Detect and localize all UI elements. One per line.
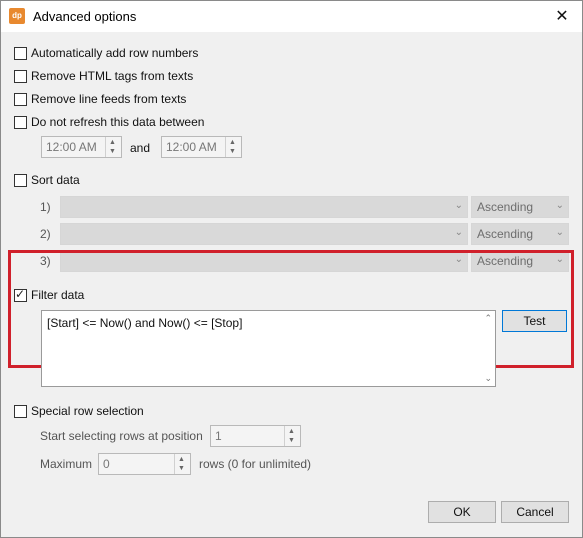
maximum-rows-spin-buttons[interactable]: ▲ ▼: [174, 454, 190, 474]
scroll-down-icon[interactable]: ⌄: [484, 373, 492, 384]
chevron-down-icon: ⌄: [555, 200, 564, 211]
maximum-rows-spinner[interactable]: 0 ▲ ▼: [98, 453, 191, 475]
filter-expression-text: [Start] <= Now() and Now() <= [Stop]: [47, 316, 243, 330]
spin-up-icon[interactable]: ▲: [229, 139, 236, 146]
and-label: and: [130, 141, 151, 155]
chevron-down-icon: ⌄: [454, 200, 463, 211]
dialog-title: Advanced options: [33, 9, 137, 24]
start-position-label: Start selecting rows at position: [40, 429, 203, 443]
test-button[interactable]: Test: [502, 310, 567, 332]
start-position-spin-buttons[interactable]: ▲ ▼: [284, 426, 300, 446]
filter-expression-input[interactable]: [Start] <= Now() and Now() <= [Stop] ⌃ ⌄: [41, 310, 496, 387]
sort-data-label: Sort data: [31, 173, 80, 187]
spin-down-icon[interactable]: ▼: [178, 465, 185, 472]
refresh-end-time-value: 12:00 AM: [166, 140, 217, 154]
sort-order-value: Ascending: [477, 227, 534, 241]
refresh-end-spin-buttons[interactable]: ▲ ▼: [225, 137, 241, 157]
auto-row-numbers-checkbox[interactable]: [14, 47, 27, 60]
sort-field-select-2[interactable]: ⌄: [60, 223, 468, 245]
auto-row-numbers-label: Automatically add row numbers: [31, 46, 199, 60]
sort-data-checkbox[interactable]: [14, 174, 27, 187]
sort-order-select-2[interactable]: Ascending ⌄: [471, 223, 569, 245]
special-row-selection-checkbox[interactable]: [14, 405, 27, 418]
refresh-end-time-spinner[interactable]: 12:00 AM ▲ ▼: [161, 136, 242, 158]
sort-order-value: Ascending: [477, 200, 534, 214]
spin-down-icon[interactable]: ▼: [229, 148, 236, 155]
spin-up-icon[interactable]: ▲: [178, 456, 185, 463]
sort-row-index: 2): [40, 227, 51, 241]
dialog-content: Automatically add row numbers Remove HTM…: [1, 32, 582, 537]
no-refresh-checkbox[interactable]: [14, 116, 27, 129]
chevron-down-icon: ⌄: [555, 227, 564, 238]
maximum-label: Maximum: [40, 457, 93, 471]
remove-html-checkbox[interactable]: [14, 70, 27, 83]
spin-down-icon[interactable]: ▼: [288, 437, 295, 444]
refresh-start-time-spinner[interactable]: 12:00 AM ▲ ▼: [41, 136, 122, 158]
spin-up-icon[interactable]: ▲: [109, 139, 116, 146]
maximum-rows-value: 0: [103, 457, 110, 471]
sort-order-select-1[interactable]: Ascending ⌄: [471, 196, 569, 218]
ok-button[interactable]: OK: [428, 501, 496, 523]
remove-html-label: Remove HTML tags from texts: [31, 69, 194, 83]
filter-data-checkbox[interactable]: [14, 287, 27, 302]
refresh-start-spin-buttons[interactable]: ▲ ▼: [105, 137, 121, 157]
remove-line-feeds-checkbox[interactable]: [14, 93, 27, 106]
filter-data-label: Filter data: [31, 288, 85, 302]
scroll-up-icon[interactable]: ⌃: [484, 313, 492, 324]
start-position-spinner[interactable]: 1 ▲ ▼: [210, 425, 301, 447]
chevron-down-icon: ⌄: [454, 227, 463, 238]
refresh-start-time-value: 12:00 AM: [46, 140, 97, 154]
start-position-value: 1: [215, 429, 222, 443]
remove-line-feeds-label: Remove line feeds from texts: [31, 92, 187, 106]
spin-up-icon[interactable]: ▲: [288, 428, 295, 435]
app-icon: dp: [9, 8, 25, 24]
title-bar: dp Advanced options ✕: [1, 1, 582, 32]
sort-row-index: 1): [40, 200, 51, 214]
special-row-selection-label: Special row selection: [31, 404, 144, 418]
no-refresh-label: Do not refresh this data between: [31, 115, 205, 129]
rows-hint-label: rows (0 for unlimited): [199, 457, 312, 471]
cancel-button[interactable]: Cancel: [501, 501, 569, 523]
close-button[interactable]: ✕: [542, 2, 582, 31]
advanced-options-dialog: dp Advanced options ✕ Automatically add …: [0, 0, 583, 538]
sort-field-select-1[interactable]: ⌄: [60, 196, 468, 218]
spin-down-icon[interactable]: ▼: [109, 148, 116, 155]
